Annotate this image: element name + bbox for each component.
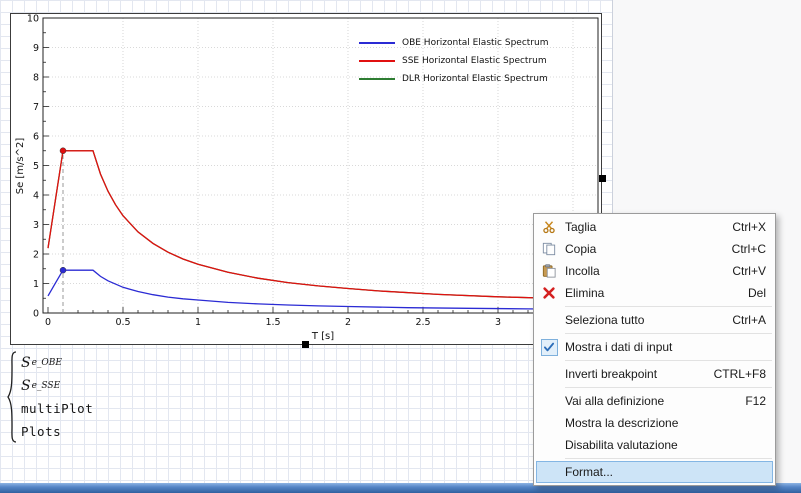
var-subscript: e_SSE bbox=[32, 381, 61, 391]
menu-item-inverti-breakpoint[interactable]: Inverti breakpoint CTRL+F8 bbox=[534, 363, 775, 385]
var-base: S bbox=[21, 378, 31, 394]
menu-item-shortcut: Ctrl+C bbox=[732, 242, 766, 256]
menu-item-label: Vai alla definizione bbox=[565, 394, 735, 408]
menu-item-mostra-dati-input[interactable]: Mostra i dati di input bbox=[534, 336, 775, 358]
var-subscript: e_OBE bbox=[32, 358, 62, 368]
y-tick-label: 1 bbox=[33, 279, 39, 290]
var-multiplot[interactable]: multiPlot bbox=[21, 397, 93, 420]
menu-item-shortcut: CTRL+F8 bbox=[714, 367, 766, 381]
legend-label: OBE Horizontal Elastic Spectrum bbox=[402, 38, 548, 48]
resize-handle-right[interactable] bbox=[599, 175, 606, 182]
curve-sse bbox=[48, 151, 599, 300]
y-tick-label: 5 bbox=[33, 161, 39, 172]
var-plots[interactable]: Plots bbox=[21, 420, 93, 443]
blank-icon-slot bbox=[538, 463, 560, 481]
legend-line-obe bbox=[359, 42, 395, 44]
var-base: Plots bbox=[21, 424, 61, 439]
legend-label: SSE Horizontal Elastic Spectrum bbox=[402, 56, 547, 66]
y-tick-label: 9 bbox=[33, 43, 39, 54]
menu-separator bbox=[565, 306, 772, 307]
menu-item-label: Seleziona tutto bbox=[565, 313, 722, 327]
y-tick-label: 6 bbox=[33, 132, 39, 143]
data-marker bbox=[60, 148, 66, 154]
var-se-obe[interactable]: Se_OBE bbox=[21, 351, 93, 374]
menu-separator bbox=[565, 360, 772, 361]
menu-item-label: Incolla bbox=[565, 264, 722, 278]
y-axis-label: Se [m/s^2] bbox=[15, 138, 26, 195]
menu-item-vai-alla-definizione[interactable]: Vai alla definizione F12 bbox=[534, 390, 775, 412]
menu-item-label: Mostra i dati di input bbox=[565, 340, 756, 354]
menu-item-label: Elimina bbox=[565, 286, 738, 300]
x-tick-label: 1 bbox=[195, 317, 201, 328]
plot-input-list: Se_OBE Se_SSE multiPlot Plots bbox=[21, 351, 93, 443]
menu-item-format[interactable]: Format... bbox=[536, 461, 773, 483]
var-se-sse[interactable]: Se_SSE bbox=[21, 374, 93, 397]
resize-handle-bottom[interactable] bbox=[302, 341, 309, 348]
plot-legend: OBE Horizontal Elastic Spectrum SSE Hori… bbox=[359, 34, 548, 88]
menu-separator bbox=[565, 458, 772, 459]
x-tick-label: 2 bbox=[345, 317, 351, 328]
y-tick-label: 2 bbox=[33, 250, 39, 261]
menu-separator bbox=[565, 333, 772, 334]
menu-separator bbox=[565, 387, 772, 388]
blank-icon-slot bbox=[538, 436, 560, 454]
x-tick-label: 0 bbox=[45, 317, 51, 328]
var-base: S bbox=[21, 355, 31, 371]
paste-icon bbox=[538, 262, 560, 280]
x-tick-label: 3 bbox=[495, 317, 501, 328]
menu-item-shortcut: Ctrl+X bbox=[732, 220, 766, 234]
y-tick-label: 10 bbox=[27, 14, 39, 25]
legend-entry-obe: OBE Horizontal Elastic Spectrum bbox=[359, 34, 548, 52]
blank-icon-slot bbox=[538, 414, 560, 432]
menu-item-shortcut: Ctrl+V bbox=[732, 264, 766, 278]
menu-item-elimina[interactable]: Elimina Del bbox=[534, 282, 775, 304]
blank-icon-slot bbox=[538, 311, 560, 329]
data-marker bbox=[60, 267, 66, 273]
y-tick-label: 8 bbox=[33, 73, 39, 84]
menu-item-disabilita-valutazione[interactable]: Disabilita valutazione bbox=[534, 434, 775, 456]
blank-icon-slot bbox=[538, 392, 560, 410]
legend-label: DLR Horizontal Elastic Spectrum bbox=[402, 74, 548, 84]
delete-icon bbox=[538, 284, 560, 302]
context-menu: Taglia Ctrl+X Copia Ctrl+C Incolla Ctrl+… bbox=[533, 213, 776, 486]
cut-icon bbox=[538, 218, 560, 236]
legend-entry-dlr: DLR Horizontal Elastic Spectrum bbox=[359, 70, 548, 88]
icon-slot bbox=[538, 338, 560, 356]
menu-item-label: Taglia bbox=[565, 220, 722, 234]
smath-screen: { "menu": { "highlight_color": "#cde4f7"… bbox=[0, 0, 801, 493]
y-tick-label: 0 bbox=[33, 309, 39, 320]
plot-input-data[interactable]: Se_OBE Se_SSE multiPlot Plots bbox=[6, 351, 93, 443]
x-tick-label: 1.5 bbox=[265, 317, 280, 328]
x-tick-label: 0.5 bbox=[115, 317, 130, 328]
x-axis-label: T [s] bbox=[311, 331, 334, 342]
var-base: multiPlot bbox=[21, 401, 93, 416]
legend-line-sse bbox=[359, 60, 395, 62]
menu-item-incolla[interactable]: Incolla Ctrl+V bbox=[534, 260, 775, 282]
menu-item-copia[interactable]: Copia Ctrl+C bbox=[534, 238, 775, 260]
menu-item-seleziona-tutto[interactable]: Seleziona tutto Ctrl+A bbox=[534, 309, 775, 331]
menu-item-shortcut: F12 bbox=[745, 394, 766, 408]
menu-item-label: Format... bbox=[565, 465, 756, 479]
checkmark-icon bbox=[541, 339, 558, 356]
y-tick-label: 4 bbox=[33, 191, 39, 202]
menu-item-label: Mostra la descrizione bbox=[565, 416, 756, 430]
x-tick-label: 2.5 bbox=[415, 317, 430, 328]
curve-obe bbox=[48, 270, 599, 309]
legend-line-dlr bbox=[359, 78, 395, 80]
menu-item-mostra-descrizione[interactable]: Mostra la descrizione bbox=[534, 412, 775, 434]
menu-item-label: Copia bbox=[565, 242, 722, 256]
y-tick-label: 7 bbox=[33, 102, 39, 113]
curly-brace bbox=[6, 351, 18, 443]
menu-item-shortcut: Del bbox=[748, 286, 766, 300]
menu-item-taglia[interactable]: Taglia Ctrl+X bbox=[534, 216, 775, 238]
y-tick-label: 3 bbox=[33, 220, 39, 231]
plot-region[interactable]: T [s] Se [m/s^2] 00.511.522.533.50123456… bbox=[10, 13, 602, 345]
menu-item-shortcut: Ctrl+A bbox=[732, 313, 766, 327]
menu-item-label: Inverti breakpoint bbox=[565, 367, 704, 381]
curve-dlr bbox=[48, 151, 599, 300]
copy-icon bbox=[538, 240, 560, 258]
menu-item-label: Disabilita valutazione bbox=[565, 438, 756, 452]
legend-entry-sse: SSE Horizontal Elastic Spectrum bbox=[359, 52, 548, 70]
blank-icon-slot bbox=[538, 365, 560, 383]
